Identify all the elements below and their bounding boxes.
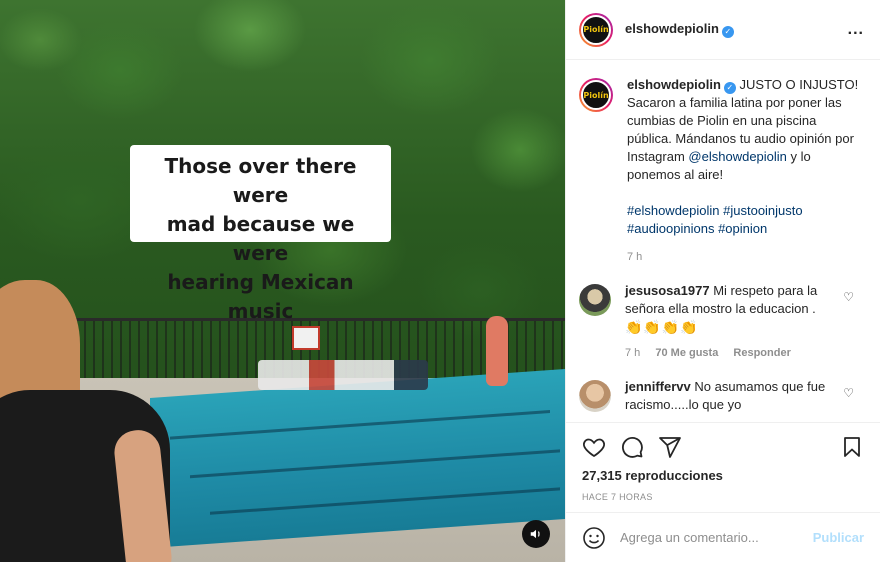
mention-link[interactable]: @elshowdepiolin	[688, 149, 786, 164]
avatar-logo: Piolín	[581, 14, 611, 45]
instagram-post: Those over there were mad because we wer…	[0, 0, 880, 562]
comment-username[interactable]: jenniffervv	[625, 379, 691, 394]
emoji-icon[interactable]	[582, 526, 606, 550]
caption-time: 7 h	[627, 251, 643, 263]
comment-item: jenniffervv No asumamos que fue racismo.…	[579, 378, 864, 414]
bookmark-icon[interactable]	[840, 435, 864, 459]
comment-item: jesusosa1977 Mi respeto para la señora e…	[579, 282, 864, 362]
comment-time: 7 h	[625, 347, 641, 359]
caption-username[interactable]: elshowdepiolin	[627, 77, 721, 92]
post-timestamp: HACE 7 HORAS	[582, 492, 653, 502]
post-video[interactable]: Those over there were mad because we wer…	[0, 0, 565, 562]
verified-badge-icon: ✓	[723, 82, 736, 94]
caption-line: hearing Mexican music	[167, 270, 354, 323]
comment-likes[interactable]: 70 Me gusta	[655, 347, 718, 359]
username-text[interactable]: elshowdepiolin	[625, 21, 719, 36]
sound-toggle-button[interactable]	[522, 520, 550, 548]
heart-icon[interactable]	[582, 435, 606, 459]
comment-like-heart-icon[interactable]: ♡	[843, 290, 854, 304]
speaker-icon	[530, 529, 540, 539]
caption-avatar[interactable]: Piolín	[579, 78, 613, 112]
comment-body: jesusosa1977 Mi respeto para la señora e…	[625, 282, 835, 362]
person-standing	[486, 316, 508, 386]
caption-line: Those over there were	[164, 154, 357, 207]
pool-lane	[210, 487, 560, 515]
avatar-logo: Piolín	[581, 80, 611, 110]
caption-line: mad because we were	[166, 212, 355, 265]
publish-button[interactable]: Publicar	[813, 530, 864, 545]
view-count[interactable]: 27,315 reproducciones	[582, 468, 864, 483]
comment-meta: 7 h 70 Me gusta Responder	[625, 344, 835, 362]
pool-lane	[190, 449, 560, 479]
comment-icon[interactable]	[620, 435, 644, 459]
header-username[interactable]: elshowdepiolin ✓	[625, 21, 734, 38]
comment-username[interactable]: jesusosa1977	[625, 283, 710, 298]
pool-lane	[170, 410, 550, 440]
comment-body: jenniffervv No asumamos que fue racismo.…	[625, 378, 835, 414]
post-caption: Piolín elshowdepiolin ✓ JUSTO O INJUSTO! …	[579, 76, 864, 266]
clapping-emoji: 👏👏👏👏	[625, 319, 699, 335]
post-actions: 27,315 reproducciones HACE 7 HORAS	[566, 422, 880, 512]
more-options-icon[interactable]: ...	[848, 21, 864, 39]
verified-badge-icon: ✓	[721, 25, 734, 38]
comment-input[interactable]	[620, 530, 800, 545]
hashtags: #elshowdepiolin #justooinjusto #audioopi…	[627, 202, 864, 238]
add-comment-bar: Publicar	[566, 512, 880, 562]
post-side-panel: Piolín elshowdepiolin ✓ ... Piolín elshow…	[565, 0, 880, 562]
action-icons	[582, 431, 864, 463]
pool-sign	[292, 326, 320, 350]
lounge-chairs	[258, 360, 428, 390]
comment-like-heart-icon[interactable]: ♡	[843, 386, 854, 400]
hashtag-line[interactable]: #audioopinions #opinion	[627, 220, 864, 238]
swimming-pool	[150, 368, 565, 548]
video-caption-overlay: Those over there were mad because we wer…	[130, 145, 391, 323]
commenter-avatar[interactable]	[579, 380, 611, 412]
post-header: Piolín elshowdepiolin ✓ ...	[566, 0, 880, 60]
caption-body: elshowdepiolin ✓ JUSTO O INJUSTO! Sacaron…	[627, 76, 864, 266]
reply-button[interactable]: Responder	[733, 347, 790, 359]
comments-section: Piolín elshowdepiolin ✓ JUSTO O INJUSTO! …	[566, 60, 880, 422]
hashtag-line[interactable]: #elshowdepiolin #justooinjusto	[627, 202, 864, 220]
profile-avatar[interactable]: Piolín	[579, 12, 613, 47]
commenter-avatar[interactable]	[579, 284, 611, 316]
share-icon[interactable]	[658, 435, 682, 459]
